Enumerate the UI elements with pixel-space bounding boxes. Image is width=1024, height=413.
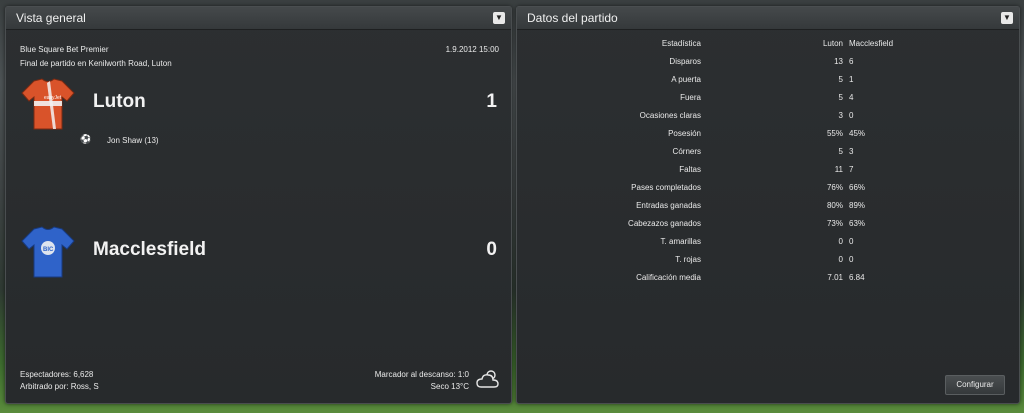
stat-away-value: 63% (849, 219, 866, 228)
stat-home-value: 5 (838, 93, 843, 102)
stat-row: Ocasiones claras 3 0 (517, 111, 1017, 129)
stat-home-value: 73% (826, 219, 843, 228)
stat-away-value: 0 (849, 111, 854, 120)
stat-label: A puerta (671, 75, 701, 84)
attendance: Espectadores: 6,628 (20, 370, 94, 379)
stat-row: Cabezazos ganados 73% 63% (517, 219, 1017, 237)
svg-text:BIC: BIC (43, 247, 54, 253)
stat-row: Disparos 13 6 (517, 57, 1017, 75)
halftime-score: Marcador al descanso: 1:0 (374, 370, 469, 379)
stat-home-value: 3 (838, 111, 843, 120)
away-score: 0 (486, 239, 497, 260)
stat-label: Ocasiones claras (639, 111, 701, 120)
chevron-down-icon: ▼ (1003, 13, 1011, 22)
weather-text: Seco 13°C (430, 382, 469, 391)
stat-row: T. rojas 0 0 (517, 255, 1017, 273)
home-team-name[interactable]: Luton (93, 91, 146, 113)
stat-away-value: 6 (849, 57, 854, 66)
stat-row: T. amarillas 0 0 (517, 237, 1017, 255)
stat-label: Pases completados (631, 183, 701, 192)
stats-title: Datos del partido (527, 11, 618, 25)
home-kit-icon[interactable]: easyJet (20, 77, 76, 136)
chevron-down-icon: ▼ (495, 13, 503, 22)
stat-label: Posesión (668, 129, 701, 138)
stat-label: Córners (672, 147, 701, 156)
stat-home-value: 7.01 (827, 273, 843, 282)
home-score: 1 (486, 91, 497, 112)
stat-home-value: 13 (834, 57, 843, 66)
stat-home-value: 5 (838, 147, 843, 156)
stat-away-value: 89% (849, 201, 866, 210)
stat-away-value: 0 (849, 255, 854, 264)
stat-away-value: 66% (849, 183, 866, 192)
configure-button[interactable]: Configurar (945, 375, 1005, 395)
overview-title: Vista general (16, 11, 86, 25)
stat-home-value: 0 (838, 237, 843, 246)
stat-label: Calificación media (636, 273, 701, 282)
stat-away-value: 7 (849, 165, 854, 174)
stat-away-value: 4 (849, 93, 854, 102)
stat-label: T. rojas (675, 255, 701, 264)
stat-row: Fuera 5 4 (517, 93, 1017, 111)
goal-ball-icon: ⚽ (80, 134, 92, 144)
stats-menu-button[interactable]: ▼ (1001, 12, 1013, 24)
stat-home-value: 76% (826, 183, 843, 192)
stat-label: Cabezazos ganados (628, 219, 701, 228)
stats-panel: Datos del partido ▼ Estadística Luton Ma… (516, 6, 1020, 404)
match-venue: Final de partido en Kenilworth Road, Lut… (20, 59, 172, 68)
stat-row: Faltas 11 7 (517, 165, 1017, 183)
competition-name: Blue Square Bet Premier (20, 45, 109, 54)
cloud-sun-icon (475, 367, 501, 396)
stat-row: Pases completados 76% 66% (517, 183, 1017, 201)
stat-row: Entradas ganadas 80% 89% (517, 201, 1017, 219)
stat-away-value: 3 (849, 147, 854, 156)
stat-label: Disparos (669, 57, 701, 66)
away-kit-icon[interactable]: BIC (20, 225, 76, 284)
stat-row: Córners 5 3 (517, 147, 1017, 165)
stat-label: Faltas (679, 165, 701, 174)
stats-column-header: Estadística Luton Macclesfield (517, 39, 1017, 57)
stat-label: Entradas ganadas (636, 201, 701, 210)
stats-header-label: Estadística (661, 39, 701, 48)
goal-scorer[interactable]: Jon Shaw (13) (107, 136, 159, 145)
stat-row: Calificación media 7.01 6.84 (517, 273, 1017, 291)
stat-home-value: 55% (826, 129, 843, 138)
svg-text:easyJet: easyJet (44, 95, 62, 101)
stat-home-value: 11 (834, 165, 843, 174)
stat-home-value: 80% (826, 201, 843, 210)
stat-away-value: 1 (849, 75, 854, 84)
overview-menu-button[interactable]: ▼ (493, 12, 505, 24)
stat-row: A puerta 5 1 (517, 75, 1017, 93)
overview-header: Vista general ▼ (6, 7, 511, 30)
stat-away-value: 6.84 (849, 273, 865, 282)
stats-header-home[interactable]: Luton (823, 39, 843, 48)
overview-panel: Vista general ▼ Blue Square Bet Premier … (5, 6, 512, 404)
stat-label: T. amarillas (660, 237, 701, 246)
stat-home-value: 5 (838, 75, 843, 84)
referee: Arbitrado por: Ross, S (20, 382, 99, 391)
stats-header: Datos del partido ▼ (517, 7, 1019, 30)
stat-home-value: 0 (838, 255, 843, 264)
stats-header-away[interactable]: Macclesfield (849, 39, 893, 48)
stat-away-value: 45% (849, 129, 866, 138)
stat-row: Posesión 55% 45% (517, 129, 1017, 147)
stat-label: Fuera (680, 93, 701, 102)
away-team-name[interactable]: Macclesfield (93, 239, 206, 261)
match-datetime: 1.9.2012 15:00 (445, 45, 499, 54)
stat-away-value: 0 (849, 237, 854, 246)
